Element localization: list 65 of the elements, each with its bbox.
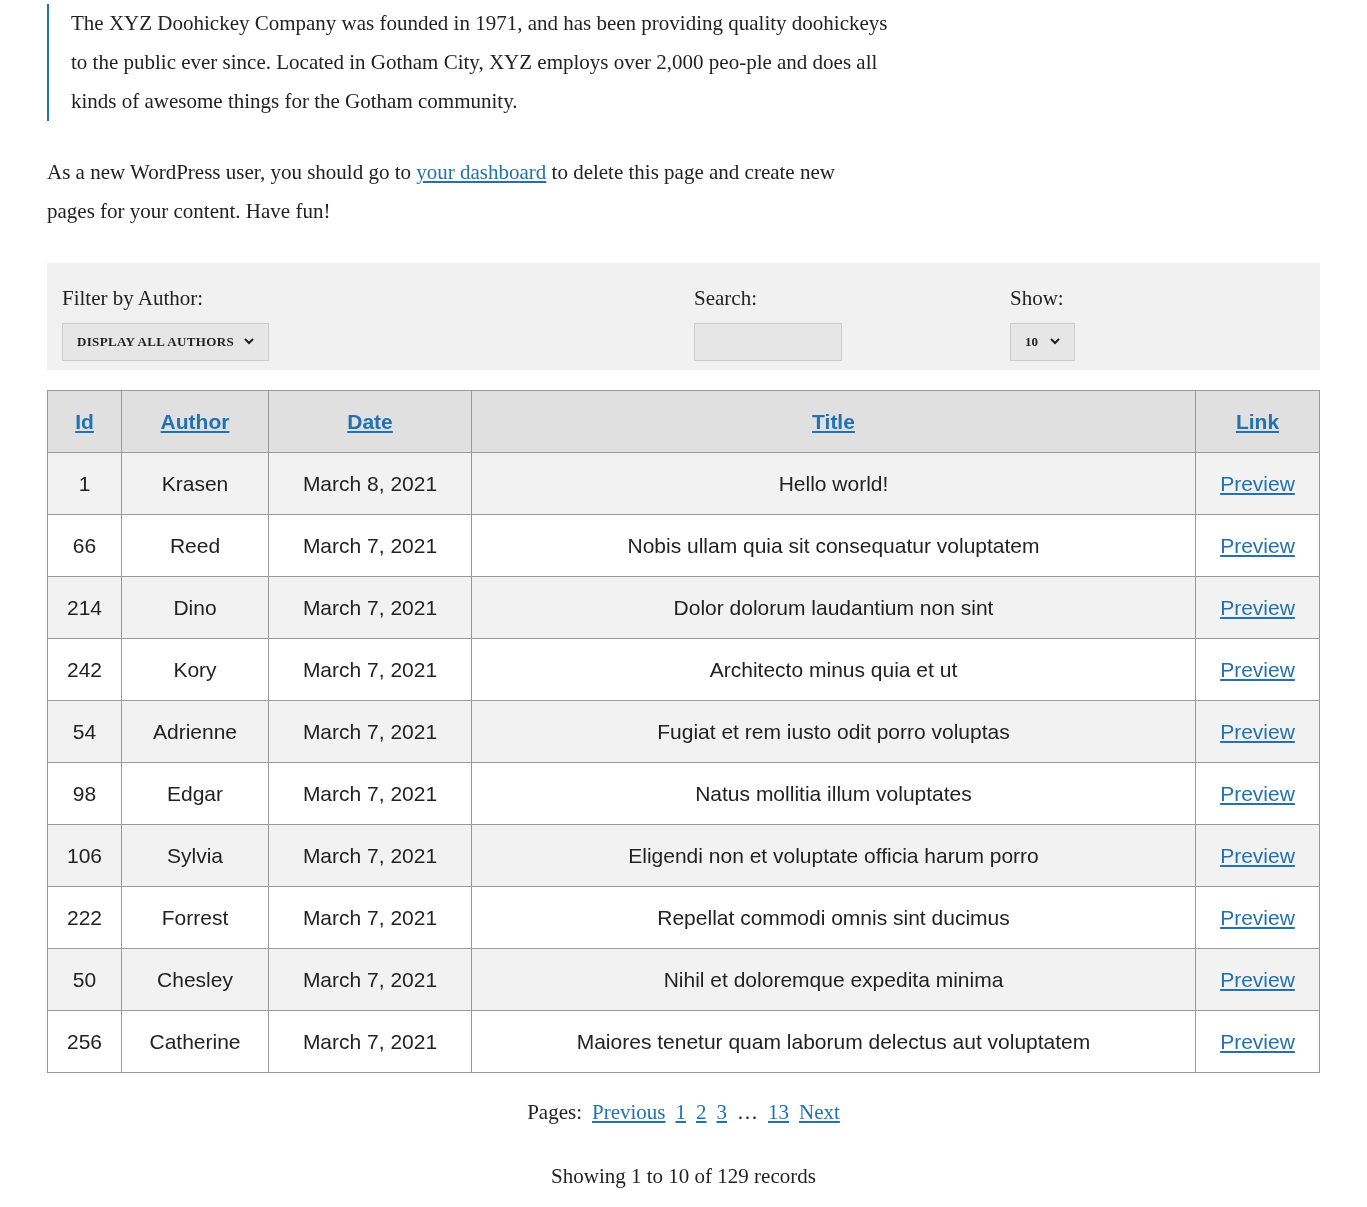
table-cell-text: March 7, 2021 (302, 967, 438, 991)
page-link[interactable]: 3 (716, 1097, 727, 1129)
table-cell-text: 242 (66, 657, 102, 681)
table-cell-text: 106 (66, 843, 102, 867)
table-cell-text: Dino (173, 595, 217, 619)
table-cell-text: Catherine (149, 1029, 241, 1053)
table-cell-text: March 7, 2021 (302, 905, 438, 929)
table-cell-text: 222 (66, 905, 102, 929)
table-cell-text: Eligendi non et voluptate officia harum porro (628, 843, 1039, 867)
previous-link[interactable]: Previous (592, 1097, 666, 1129)
caret-icon (244, 338, 254, 345)
table-cell-text: March 7, 2021 (302, 843, 438, 867)
table-cell-text: Reed (169, 533, 221, 557)
table-cell-text: 1 (78, 471, 91, 495)
author-dropdown[interactable]: DISPLAY ALL AUTHORS (62, 322, 269, 361)
caret-icon (1050, 338, 1060, 345)
table-cell-text: Maiores tenetur quam laborum delectus aut voluptatem (576, 1029, 1091, 1053)
column-header-link[interactable]: Date (347, 409, 393, 433)
table-cell-text: 214 (66, 595, 102, 619)
table-cell-text: Fugiat et rem iusto odit porro voluptas (657, 719, 1010, 743)
show-dropdown[interactable]: 10 (1010, 322, 1075, 361)
table-cell-text: 50 (72, 967, 97, 991)
table-cell-text: Dolor dolorum laudantium non sint (673, 595, 994, 619)
table-cell-text: March 7, 2021 (302, 781, 438, 805)
table-cell-text: March 7, 2021 (302, 533, 438, 557)
dashboard-link[interactable]: your dashboard (416, 160, 547, 184)
table-cell-text: March 7, 2021 (302, 657, 438, 681)
column-header-link[interactable]: Link (1235, 409, 1280, 433)
records-summary: Showing 1 to 10 of 129 records (550, 1162, 817, 1190)
page-link[interactable]: 13 (768, 1097, 789, 1129)
pages-label: Pages: (527, 1099, 582, 1126)
table-cell-text: Edgar (166, 781, 223, 805)
column-header-link[interactable]: Id (75, 409, 94, 433)
intro-paragraph: As a new WordPress user, you should go to your dashboard to delete this page and create new pages for your content. Have fun! (47, 159, 836, 225)
table-cell-text: 256 (66, 1029, 102, 1053)
search-field[interactable] (694, 322, 842, 361)
table-cell-text: Nobis ullam quia sit consequatur voluptatem (627, 533, 1040, 557)
column-header-link[interactable]: Author (160, 409, 230, 433)
table-cell-text: Nihil et doloremque expedita minima (663, 967, 1004, 991)
ellipsis-text: … (737, 1099, 758, 1126)
table-cell-text: Chesley (157, 967, 233, 991)
table-cell-text: 98 (72, 781, 97, 805)
table-cell-text: Architecto minus quia et ut (709, 657, 958, 681)
table-cell-text: Kory (173, 657, 217, 681)
next-link[interactable]: Next (799, 1097, 840, 1129)
page-link[interactable]: 2 (696, 1097, 707, 1129)
table-cell-text: Adrienne (152, 719, 238, 743)
table-cell-text: March 7, 2021 (302, 719, 438, 743)
quote-text: The XYZ Doohickey Company was founded in 1971, and has been providing quality doohickeys to the public ever since. Located in Gotham City, XYZ employs over 2,000 peo-ple and does all kinds of awesome things for the Gotham community. (71, 10, 889, 115)
show-label: Show: (1010, 285, 1065, 312)
table-cell-text: Sylvia (167, 843, 223, 867)
table-cell-text: 54 (72, 719, 97, 743)
table-cell-text: 66 (72, 533, 97, 557)
table-cell-text: Repellat commodi omnis sint ducimus (657, 905, 1010, 929)
table-cell-text: Krasen (161, 471, 229, 495)
search-label: Search: (694, 285, 758, 312)
filter-label: Filter by Author: (62, 285, 205, 312)
table-cell-text: Hello world! (778, 471, 889, 495)
column-header-link[interactable]: Title (812, 409, 855, 433)
table-cell-text: March 7, 2021 (302, 595, 438, 619)
page-link[interactable]: 1 (675, 1097, 686, 1129)
table-cell-text: Forrest (161, 905, 229, 929)
table-cell-text: Natus mollitia illum voluptates (695, 781, 972, 805)
table-cell-text: March 7, 2021 (302, 1029, 438, 1053)
table-cell-text: March 8, 2021 (302, 471, 438, 495)
